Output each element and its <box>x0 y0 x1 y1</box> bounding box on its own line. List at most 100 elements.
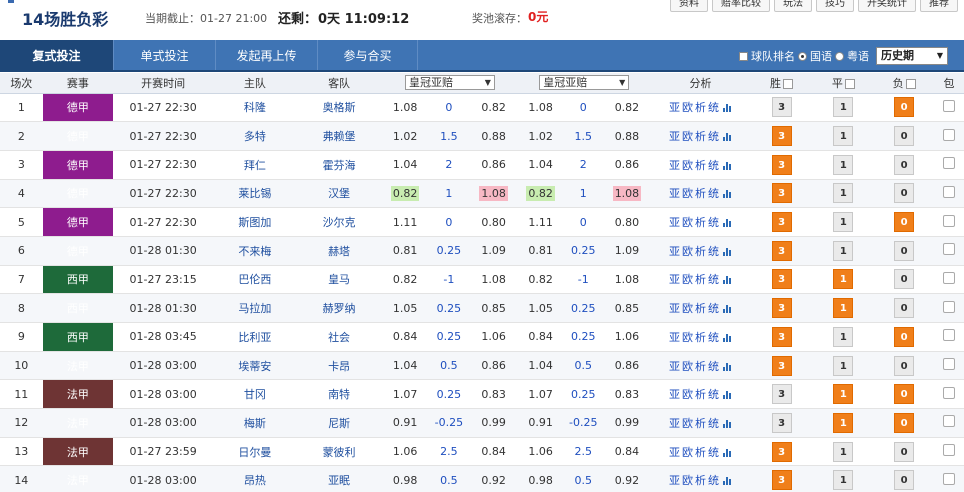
draw-pick[interactable]: 1 <box>833 240 854 261</box>
win-pick[interactable]: 3 <box>771 240 792 261</box>
bar-chart-icon[interactable] <box>723 190 732 199</box>
home-team-link[interactable]: 埃蒂安 <box>238 360 271 373</box>
tab-single-bet[interactable]: 单式投注 <box>114 40 216 72</box>
bao-checkbox[interactable] <box>943 243 955 256</box>
win-pick[interactable]: 3 <box>771 154 792 175</box>
bao-checkbox[interactable] <box>943 358 955 371</box>
bar-chart-icon[interactable] <box>723 161 732 170</box>
bar-chart-icon[interactable] <box>723 419 732 428</box>
win-pick[interactable]: 3 <box>771 470 792 491</box>
loss-pick[interactable]: 0 <box>894 269 915 290</box>
draw-pick[interactable]: 1 <box>833 470 854 491</box>
loss-pick[interactable]: 0 <box>894 97 915 118</box>
tab-multi-bet[interactable]: 复式投注 <box>0 40 114 72</box>
analysis-link[interactable]: 亚欧析统 <box>669 159 721 172</box>
loss-pick[interactable]: 0 <box>894 183 915 204</box>
bao-checkbox[interactable] <box>943 157 955 170</box>
draw-pick[interactable]: 1 <box>833 154 854 175</box>
win-pick[interactable]: 3 <box>771 412 792 433</box>
away-team-link[interactable]: 奥格斯 <box>323 101 356 114</box>
loss-pick[interactable]: 0 <box>894 412 915 433</box>
loss-pick[interactable]: 0 <box>894 240 915 261</box>
win-pick[interactable]: 3 <box>771 298 792 319</box>
home-team-link[interactable]: 日尔曼 <box>238 446 271 459</box>
loss-pick[interactable]: 0 <box>894 126 915 147</box>
bar-chart-icon[interactable] <box>723 305 732 314</box>
team-rank-checkbox[interactable] <box>739 51 748 61</box>
win-pick[interactable]: 3 <box>771 183 792 204</box>
link-draw-stats[interactable]: 开奖统计 <box>858 0 916 12</box>
analysis-link[interactable]: 亚欧析统 <box>669 130 721 143</box>
bar-chart-icon[interactable] <box>723 448 732 457</box>
odds2-select[interactable]: 皇冠亚赔 <box>539 75 630 91</box>
bar-chart-icon[interactable] <box>723 477 732 486</box>
loss-pick[interactable]: 0 <box>894 212 915 233</box>
mandarin-radio[interactable] <box>798 51 807 61</box>
link-recommend[interactable]: 推荐 <box>920 0 958 12</box>
bar-chart-icon[interactable] <box>723 133 732 142</box>
win-pick[interactable]: 3 <box>771 126 792 147</box>
loss-pick[interactable]: 0 <box>894 470 915 491</box>
home-team-link[interactable]: 拜仁 <box>244 159 266 172</box>
analysis-link[interactable]: 亚欧析统 <box>669 101 721 114</box>
draw-pick[interactable]: 1 <box>833 384 854 405</box>
away-team-link[interactable]: 赫塔 <box>328 245 350 258</box>
home-team-link[interactable]: 多特 <box>244 130 266 143</box>
loss-pick[interactable]: 0 <box>894 441 915 462</box>
draw-pick[interactable]: 1 <box>833 355 854 376</box>
away-team-link[interactable]: 亚眠 <box>328 474 350 487</box>
draw-all-checkbox[interactable] <box>844 78 855 89</box>
bao-checkbox[interactable] <box>943 472 955 485</box>
odds1-select[interactable]: 皇冠亚赔 <box>404 75 495 91</box>
loss-pick[interactable]: 0 <box>894 355 915 376</box>
away-team-link[interactable]: 南特 <box>328 388 350 401</box>
win-pick[interactable]: 3 <box>771 326 792 347</box>
draw-pick[interactable]: 1 <box>833 441 854 462</box>
bao-checkbox[interactable] <box>943 128 955 141</box>
bar-chart-icon[interactable] <box>723 219 732 228</box>
away-team-link[interactable]: 尼斯 <box>328 417 350 430</box>
bar-chart-icon[interactable] <box>723 247 732 256</box>
loss-pick[interactable]: 0 <box>894 384 915 405</box>
bao-checkbox[interactable] <box>943 444 955 457</box>
link-odds-compare[interactable]: 赔率比较 <box>712 0 770 12</box>
draw-pick[interactable]: 1 <box>833 326 854 347</box>
away-team-link[interactable]: 社会 <box>328 331 350 344</box>
draw-pick[interactable]: 1 <box>833 298 854 319</box>
draw-pick[interactable]: 1 <box>833 212 854 233</box>
bao-checkbox[interactable] <box>943 300 955 313</box>
home-team-link[interactable]: 斯图加 <box>238 216 271 229</box>
away-team-link[interactable]: 汉堡 <box>328 187 350 200</box>
analysis-link[interactable]: 亚欧析统 <box>669 417 721 430</box>
away-team-link[interactable]: 沙尔克 <box>323 216 356 229</box>
link-rules[interactable]: 玩法 <box>774 0 812 12</box>
away-team-link[interactable]: 赫罗纳 <box>323 302 356 315</box>
bar-chart-icon[interactable] <box>723 104 732 113</box>
win-pick[interactable]: 3 <box>771 269 792 290</box>
analysis-link[interactable]: 亚欧析统 <box>669 446 721 459</box>
analysis-link[interactable]: 亚欧析统 <box>669 273 721 286</box>
analysis-link[interactable]: 亚欧析统 <box>669 331 721 344</box>
bao-checkbox[interactable] <box>943 214 955 227</box>
loss-pick[interactable]: 0 <box>894 298 915 319</box>
win-pick[interactable]: 3 <box>771 355 792 376</box>
analysis-link[interactable]: 亚欧析统 <box>669 245 721 258</box>
bar-chart-icon[interactable] <box>723 362 732 371</box>
away-team-link[interactable]: 卡昂 <box>328 360 350 373</box>
away-team-link[interactable]: 弗赖堡 <box>323 130 356 143</box>
draw-pick[interactable]: 1 <box>833 412 854 433</box>
home-team-link[interactable]: 莱比锡 <box>238 187 271 200</box>
draw-pick[interactable]: 1 <box>833 269 854 290</box>
bao-checkbox[interactable] <box>943 386 955 399</box>
bao-checkbox[interactable] <box>943 271 955 284</box>
home-team-link[interactable]: 科隆 <box>244 101 266 114</box>
bao-checkbox[interactable] <box>943 329 955 342</box>
link-info[interactable]: 资料 <box>670 0 708 12</box>
analysis-link[interactable]: 亚欧析统 <box>669 388 721 401</box>
bao-checkbox[interactable] <box>943 185 955 198</box>
analysis-link[interactable]: 亚欧析统 <box>669 360 721 373</box>
win-pick[interactable]: 3 <box>771 212 792 233</box>
bar-chart-icon[interactable] <box>723 276 732 285</box>
home-team-link[interactable]: 梅斯 <box>244 417 266 430</box>
away-team-link[interactable]: 霍芬海 <box>323 159 356 172</box>
